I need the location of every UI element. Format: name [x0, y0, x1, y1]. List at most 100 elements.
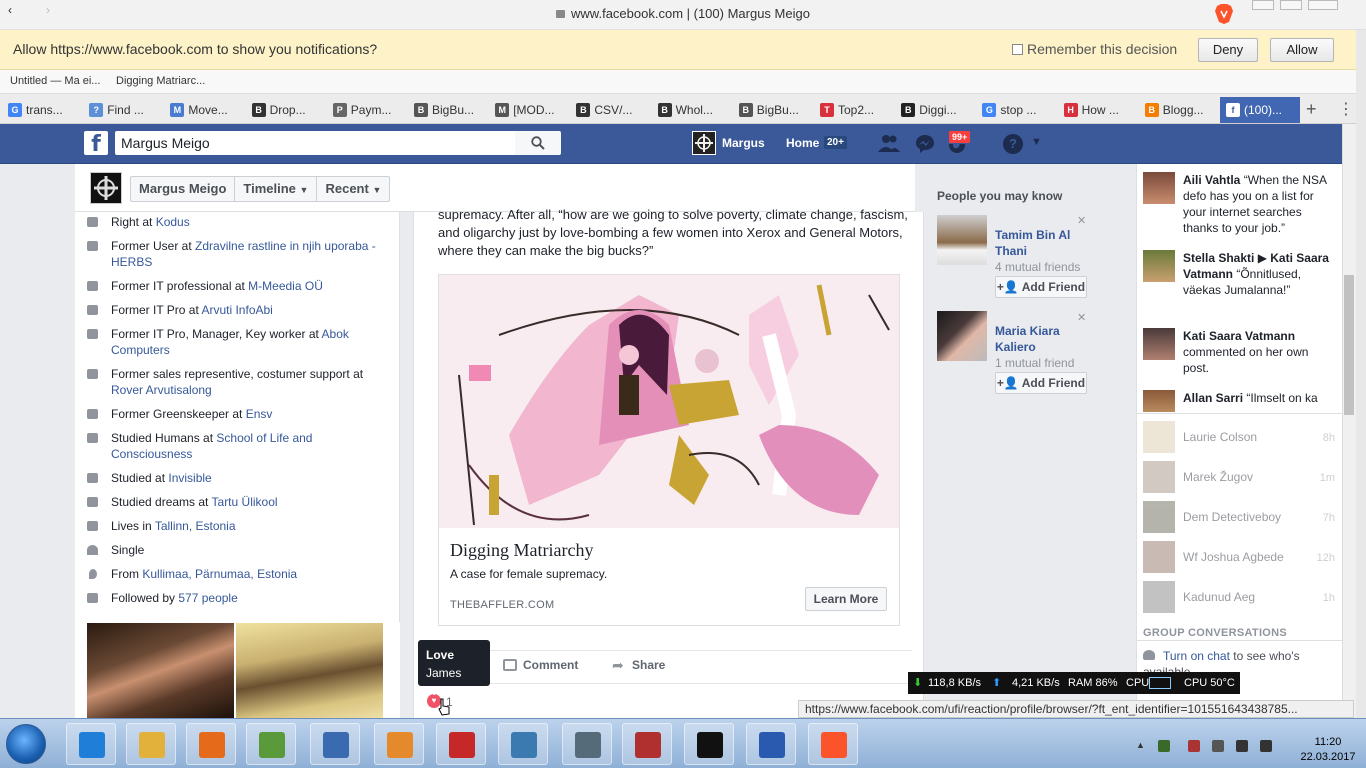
pymk-name[interactable]: Maria Kiara Kaliero [995, 323, 1085, 355]
chat-contact[interactable]: Wf Joshua Agbede 12h [1143, 541, 1335, 573]
browser-tab[interactable]: B CSV/... [570, 97, 650, 123]
chat-contact[interactable]: Laurie Colson 8h [1143, 421, 1335, 453]
browser-tab[interactable]: B Blogg... [1139, 97, 1219, 123]
share-icon[interactable]: ➦ [612, 657, 624, 674]
attachment-title[interactable]: Digging Matriarchy [450, 540, 593, 561]
battery-icon[interactable] [1236, 740, 1248, 752]
browser-tab[interactable]: Gtrans... [2, 97, 82, 123]
avatar[interactable] [692, 131, 716, 155]
remember-checkbox[interactable] [1012, 44, 1023, 55]
address-bar[interactable]: www.facebook.com | (100) Margus Meigo [0, 6, 1366, 21]
browser-tab[interactable]: B BigBu... [733, 97, 813, 123]
messenger-icon[interactable] [914, 134, 936, 154]
tray-expand-icon[interactable]: ▲ [1136, 740, 1148, 752]
intro-link[interactable]: Arvuti InfoAbi [201, 303, 272, 317]
tab-menu-icon[interactable]: ⋮ [1338, 99, 1354, 119]
sidebar-scrollbar[interactable] [1342, 124, 1356, 718]
chat-contact[interactable]: Dem Detectiveboy 7h [1143, 501, 1335, 533]
taskbar-button[interactable] [808, 723, 858, 765]
share-button[interactable]: Share [632, 658, 665, 672]
intro-link[interactable]: 577 people [178, 591, 237, 605]
pymk-photo[interactable] [937, 215, 987, 265]
intro-link[interactable]: Kullimaa, Pärnumaa, Estonia [142, 567, 297, 581]
browser-tab[interactable]: M Move... [164, 97, 244, 123]
brave-lion-icon[interactable] [1214, 3, 1234, 25]
ticker-item[interactable]: Kati Saara Vatmann commented on her own … [1143, 328, 1335, 376]
learn-more-button[interactable]: Learn More [805, 587, 887, 611]
intro-link[interactable]: Rover Arvutisalong [111, 383, 212, 397]
pymk-mutual[interactable]: 4 mutual friends [995, 260, 1080, 274]
browser-tab[interactable]: B Diggi... [895, 97, 975, 123]
browser-tab[interactable]: B Whol... [652, 97, 732, 123]
chat-contact[interactable]: Kadunud Aeg 1h [1143, 581, 1335, 613]
taskbar-button[interactable] [622, 723, 672, 765]
new-tab-icon[interactable]: + [1306, 99, 1317, 120]
browser-tab[interactable]: Gstop ... [976, 97, 1056, 123]
pymk-name[interactable]: Tamim Bin Al Thani [995, 227, 1085, 259]
volume-icon[interactable] [1260, 740, 1272, 752]
taskbar-button[interactable] [746, 723, 796, 765]
intro-link[interactable]: M-Meedia OÜ [248, 279, 323, 293]
taskbar-button[interactable] [126, 723, 176, 765]
windows-start-icon[interactable] [6, 724, 46, 764]
browser-tab[interactable]: T Top2... [814, 97, 894, 123]
close-icon[interactable]: ✕ [1077, 214, 1086, 227]
bookmark-item[interactable]: Untitled — Ma ei... [10, 75, 100, 87]
friend-photo[interactable] [236, 623, 383, 719]
friend-photo[interactable] [87, 623, 234, 719]
attachment-illustration[interactable] [439, 275, 899, 528]
ticker-item[interactable]: Allan Sarri “Ilmselt on ka [1143, 390, 1335, 412]
taskbar-button[interactable] [498, 723, 548, 765]
remember-decision[interactable]: Remember this decision [1012, 41, 1177, 57]
intro-link[interactable]: Ensv [246, 407, 273, 421]
page-scrollbar[interactable] [1356, 30, 1366, 718]
browser-tab[interactable]: M [MOD... [489, 97, 569, 123]
home-link[interactable]: Home [786, 136, 819, 150]
add-friend-button[interactable]: +👤 Add Friend [995, 276, 1087, 298]
profile-name-link[interactable]: Margus Meigo [131, 177, 236, 201]
taskbar-button[interactable] [66, 723, 116, 765]
browser-tab[interactable]: B Drop... [246, 97, 326, 123]
avatar[interactable] [90, 172, 122, 204]
allow-button[interactable]: Allow [1270, 38, 1334, 62]
intro-link[interactable]: Tartu Ülikool [212, 495, 278, 509]
browser-tab[interactable]: B BigBu... [408, 97, 488, 123]
network-icon[interactable] [1188, 740, 1200, 752]
taskbar-button[interactable] [186, 723, 236, 765]
intro-link[interactable]: Tallinn, Estonia [155, 519, 236, 533]
taskbar-button[interactable] [436, 723, 486, 765]
browser-tab[interactable]: ? Find ... [83, 97, 163, 123]
pymk-photo[interactable] [937, 311, 987, 361]
taskbar-button[interactable] [246, 723, 296, 765]
usb-icon[interactable] [1212, 740, 1224, 752]
tray-app-icon[interactable] [1158, 740, 1170, 752]
taskbar-button[interactable] [374, 723, 424, 765]
timeline-dropdown[interactable]: Timeline ▼ [235, 177, 318, 201]
help-icon[interactable]: ? [1003, 134, 1023, 154]
intro-link[interactable]: Kodus [156, 215, 190, 229]
recent-dropdown[interactable]: Recent ▼ [317, 177, 389, 201]
intro-link[interactable]: Invisible [168, 471, 211, 485]
close-icon[interactable]: ✕ [1077, 311, 1086, 324]
browser-tab[interactable]: H How ... [1058, 97, 1138, 123]
caret-down-icon[interactable]: ▼ [1031, 136, 1042, 148]
deny-button[interactable]: Deny [1198, 38, 1258, 62]
search-input[interactable]: Margus Meigo [115, 131, 515, 155]
profile-link[interactable]: Margus [722, 136, 765, 150]
ticker-item[interactable]: Stella Shakti ▶ Kati Saara Vatmann “Õnni… [1143, 250, 1335, 298]
browser-tab[interactable]: f (100)... [1220, 97, 1300, 123]
taskbar-button[interactable] [310, 723, 360, 765]
taskbar-button[interactable] [684, 723, 734, 765]
browser-tab[interactable]: P Paym... [327, 97, 407, 123]
maximize-button[interactable] [1280, 0, 1302, 10]
comment-icon[interactable] [503, 659, 517, 671]
facebook-logo-icon[interactable]: f [84, 131, 108, 157]
search-button[interactable] [515, 131, 561, 155]
scrollbar-thumb[interactable] [1344, 275, 1354, 415]
comment-button[interactable]: Comment [523, 658, 578, 672]
close-window-button[interactable] [1308, 0, 1338, 10]
add-friend-button[interactable]: +👤 Add Friend [995, 372, 1087, 394]
turn-on-chat-link[interactable]: Turn on chat [1163, 649, 1230, 663]
ticker-item[interactable]: Aili Vahtla “When the NSA defo has you o… [1143, 172, 1335, 236]
minimize-button[interactable] [1252, 0, 1274, 10]
